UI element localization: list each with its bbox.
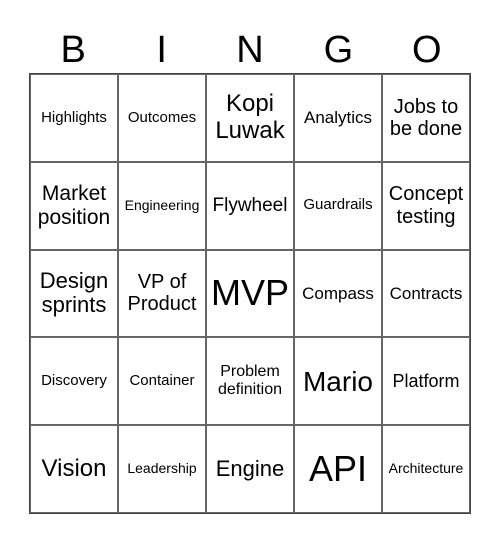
bingo-cell[interactable]: Engine xyxy=(206,425,294,513)
bingo-cell[interactable]: Contracts xyxy=(382,249,470,338)
bingo-cell[interactable]: VP of Product xyxy=(118,249,206,338)
bingo-cell[interactable]: Discovery xyxy=(30,337,118,426)
bingo-cell[interactable]: Engineering xyxy=(118,161,206,250)
bingo-cell[interactable]: Problem definition xyxy=(206,337,294,426)
bingo-cell[interactable]: Design sprints xyxy=(30,249,118,338)
header-letter-n: N xyxy=(236,29,264,71)
bingo-card: Highlights Outcomes Kopi Luwak Analytics… xyxy=(29,73,471,514)
bingo-cell[interactable]: Flywheel xyxy=(206,161,294,250)
bingo-cell[interactable]: Leadership xyxy=(118,425,206,513)
bingo-cell[interactable]: Kopi Luwak xyxy=(206,74,294,162)
header-letter-b: B xyxy=(60,29,86,71)
bingo-cell[interactable]: Guardrails xyxy=(294,161,382,250)
bingo-cell[interactable]: Compass xyxy=(294,249,382,338)
bingo-cell[interactable]: Container xyxy=(118,337,206,426)
bingo-cell[interactable]: Market position xyxy=(30,161,118,250)
bingo-cell[interactable]: Architecture xyxy=(382,425,470,513)
bingo-cell[interactable]: Concept testing xyxy=(382,161,470,250)
bingo-cell[interactable]: Vision xyxy=(30,425,118,513)
bingo-cell[interactable]: API xyxy=(294,425,382,513)
bingo-cell[interactable]: Platform xyxy=(382,337,470,426)
bingo-cell[interactable]: Mario xyxy=(294,337,382,426)
bingo-cell[interactable]: Analytics xyxy=(294,74,382,162)
bingo-cell-center[interactable]: MVP xyxy=(206,249,294,338)
bingo-header: B I N G O xyxy=(29,28,471,73)
header-letter-g: G xyxy=(323,29,354,71)
bingo-cell[interactable]: Jobs to be done xyxy=(382,74,470,162)
bingo-cell[interactable]: Outcomes xyxy=(118,74,206,162)
bingo-cell[interactable]: Highlights xyxy=(30,74,118,162)
header-letter-o: O xyxy=(412,29,442,71)
header-letter-i: I xyxy=(156,29,167,71)
